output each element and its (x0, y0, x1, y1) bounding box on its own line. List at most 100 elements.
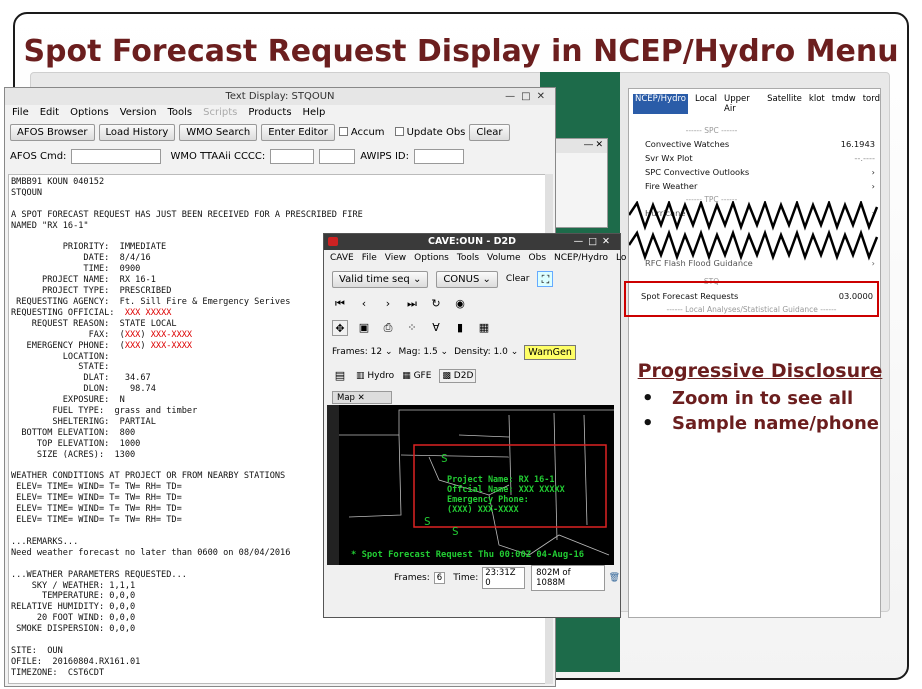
valid-time-dropdown[interactable]: Valid time seq ⌄ (332, 270, 429, 288)
awips-id-input[interactable] (413, 148, 464, 164)
zoom-icon[interactable]: ▣ (356, 320, 372, 336)
previous-frame-icon[interactable]: ‹ (356, 296, 372, 312)
perspective-hydro[interactable]: ▥ Hydro (356, 371, 394, 381)
frames-value: 6 (433, 572, 446, 584)
cave-window: CAVE:OUN - D2D —□✕ CAVE File View Option… (323, 233, 626, 618)
time-toolbar: Valid time seq ⌄ CONUS ⌄ Clear ⛶ (324, 266, 620, 292)
menu-item-spc-outlooks[interactable]: SPC Convective Outlooks › (645, 167, 875, 177)
map-display[interactable]: S S S Project Name: RX 16-1 Offcial Name… (339, 405, 614, 565)
menu-upper-air[interactable]: Upper Air (724, 94, 760, 114)
menu-item-rfc-ffg[interactable]: RFC Flash Flood Guidance › (645, 258, 875, 268)
cave-logo-icon (328, 237, 338, 246)
print-icon[interactable]: ⎙ (380, 320, 396, 336)
checkbox-icon (338, 126, 348, 136)
frames-label: Frames: (394, 573, 430, 583)
clear-button[interactable]: Clear (506, 274, 530, 284)
menu-file[interactable]: File (362, 250, 377, 266)
single-panel-icon[interactable]: ▮ (452, 320, 468, 336)
bullet-item: • Sample name/phone (642, 413, 879, 434)
menu-satellite[interactable]: Satellite (767, 94, 802, 114)
update-obs-checkbox[interactable]: Update Obs (394, 126, 465, 138)
afos-browser-button[interactable]: AFOS Browser (10, 123, 95, 141)
menu-cave[interactable]: CAVE (330, 250, 354, 266)
points-icon[interactable]: ⁘ (404, 320, 420, 336)
bullet-item: • Zoom in to see all (642, 388, 854, 409)
last-frame-icon[interactable]: ⏭ (404, 296, 420, 312)
clear-button[interactable]: Clear (469, 123, 510, 141)
window-controls[interactable]: —□✕ (574, 234, 615, 250)
scale-dropdown[interactable]: CONUS ⌄ (436, 270, 498, 288)
menu-version[interactable]: Version (120, 105, 157, 121)
sample-marker: S (452, 525, 459, 538)
afos-cmd-label: AFOS Cmd: (10, 150, 67, 162)
tab-map[interactable]: Map ✕ (332, 391, 392, 404)
menu-tord[interactable]: tord (863, 94, 880, 114)
load-history-button[interactable]: Load History (98, 123, 176, 141)
wmo-cccc-input[interactable] (319, 148, 356, 164)
menu-ncep-hydro[interactable]: NCEP/Hydro (554, 250, 608, 266)
notes-heading: Progressive Disclosure (637, 360, 883, 382)
window-controls[interactable]: —□✕ (505, 88, 551, 105)
menu-scripts[interactable]: Scripts (203, 105, 237, 121)
first-frame-icon[interactable]: ⏮ (332, 296, 348, 312)
checkbox-icon (394, 126, 404, 136)
ncep-hydro-menu-panel: NCEP/Hydro Local Upper Air Satellite klo… (628, 88, 881, 618)
menu-klot[interactable]: klot (809, 94, 825, 114)
map-svg: S S S Project Name: RX 16-1 Offcial Name… (339, 409, 614, 560)
status-bar: Frames: 6 Time: 23:31Z 0 802M of 1088M 🗑 (324, 565, 620, 591)
accum-checkbox[interactable]: Accum (338, 126, 385, 138)
menu-ncep-hydro[interactable]: NCEP/Hydro (633, 94, 688, 114)
density-dropdown[interactable]: Density: 1.0 ⌄ (454, 347, 518, 357)
menu-tools[interactable]: Tools (457, 250, 479, 266)
menu-obs[interactable]: Obs (529, 250, 547, 266)
menu-options[interactable]: Options (70, 105, 109, 121)
map-sample-line: (XXX) XXX-XXXX (447, 505, 519, 515)
next-frame-icon[interactable]: › (380, 296, 396, 312)
menu-tmdw[interactable]: tmdw (832, 94, 856, 114)
menu-view[interactable]: View (385, 250, 406, 266)
open-perspective-icon[interactable]: ▤ (332, 368, 348, 384)
window-title: CAVE:OUN - D2D (427, 236, 516, 247)
frames-dropdown[interactable]: Frames: 12 ⌄ (332, 347, 392, 357)
background-window: — ✕ (553, 138, 608, 228)
magnification-dropdown[interactable]: Mag: 1.5 ⌄ (398, 347, 448, 357)
menu-item-fire-weather[interactable]: Fire Weather › (645, 181, 875, 191)
enter-editor-button[interactable]: Enter Editor (261, 123, 335, 141)
perspective-d2d[interactable]: ▩ D2D (439, 369, 477, 383)
menu-volume[interactable]: Volume (487, 250, 520, 266)
menu-help[interactable]: Help (303, 105, 326, 121)
menu-item-svr-wx-plot[interactable]: Svr Wx Plot --.---- (645, 153, 875, 163)
menu-file[interactable]: File (12, 105, 29, 121)
menu-options[interactable]: Options (414, 250, 449, 266)
fullscreen-icon[interactable]: ⛶ (537, 271, 554, 287)
menu-item-convective-watches[interactable]: Convective Watches 16.1943 (645, 139, 875, 149)
loop-icon[interactable]: ↻ (428, 296, 444, 312)
wmo-ttaaii-input[interactable] (270, 148, 315, 164)
map-footer: * Spot Forecast Request Thu 00:00Z 04-Au… (351, 550, 584, 560)
loop-controls: ⏮ ‹ › ⏭ ↻ ◉ (324, 292, 620, 316)
map-sample-line: Offcial Name: XXX XXXXX (447, 484, 565, 495)
menubar: CAVE File View Options Tools Volume Obs … (324, 250, 626, 266)
display-settings: Frames: 12 ⌄ Mag: 1.5 ⌄ Density: 1.0 ⌄ W… (324, 340, 620, 364)
perspective-gfe[interactable]: ▦ GFE (402, 371, 431, 381)
warngen-button[interactable]: WarnGen (524, 344, 576, 360)
highlight-box (624, 281, 879, 317)
display-tools: ✥ ▣ ⎙ ⁘ ∀ ▮ ▦ (324, 316, 620, 340)
sample-icon[interactable]: ∀ (428, 320, 444, 336)
wmo-search-button[interactable]: WMO Search (179, 123, 258, 141)
afos-cmd-input[interactable] (71, 148, 162, 164)
loop-properties-icon[interactable]: ◉ (452, 296, 468, 312)
menu-edit[interactable]: Edit (40, 105, 59, 121)
notes: Progressive Disclosure • Zoom in to see a… (630, 360, 890, 434)
four-panel-icon[interactable]: ▦ (476, 320, 492, 336)
trash-icon[interactable]: 🗑 (609, 573, 620, 583)
pan-icon[interactable]: ✥ (332, 320, 348, 336)
menu-tools[interactable]: Tools (167, 105, 192, 121)
menu-products[interactable]: Products (248, 105, 291, 121)
menu-local[interactable]: Lo (616, 250, 626, 266)
sample-marker: S (424, 515, 431, 528)
menu-local[interactable]: Local (695, 94, 717, 114)
perspective-bar: ▤ ▥ Hydro ▦ GFE ▩ D2D (324, 364, 620, 388)
time-label: Time: (453, 573, 479, 583)
window-titlebar: Text Display: STQOUN —□✕ (5, 88, 555, 105)
